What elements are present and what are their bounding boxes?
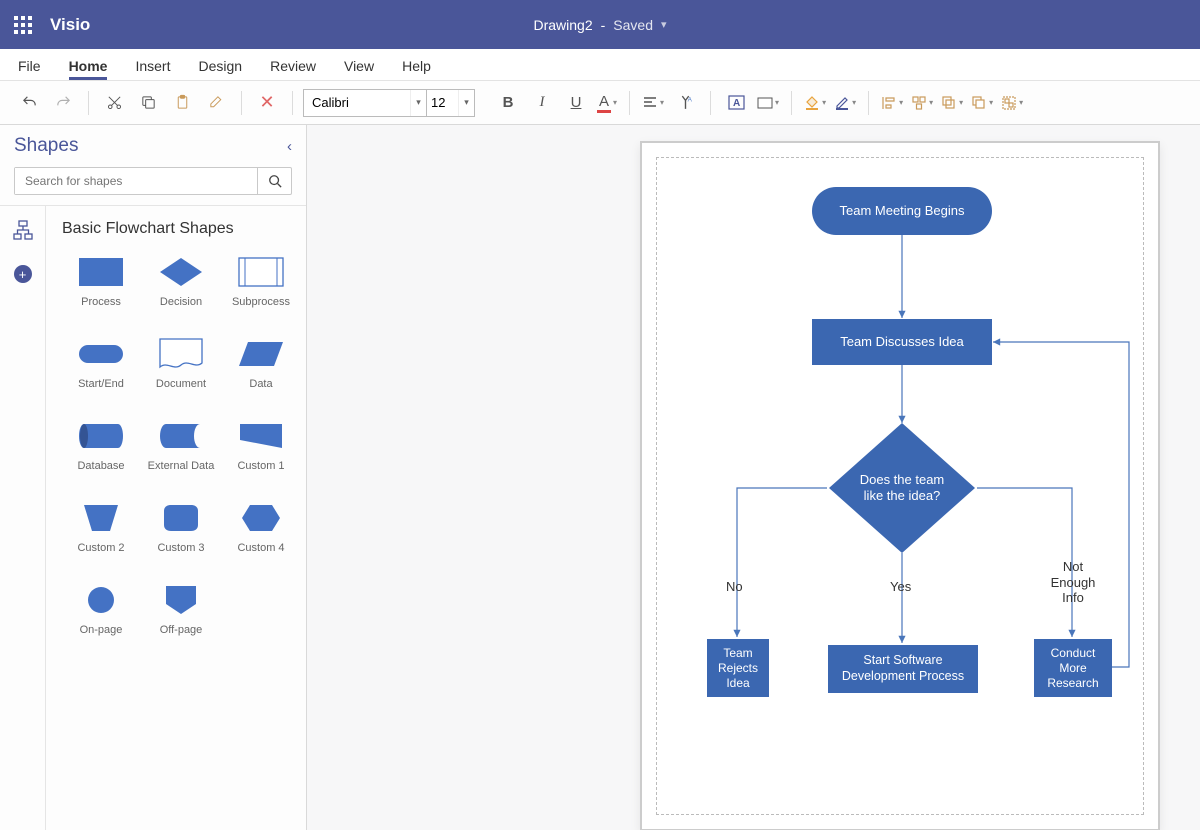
font-size-input[interactable] <box>426 90 458 116</box>
tab-view[interactable]: View <box>344 58 374 80</box>
bold-button[interactable]: B <box>493 88 523 118</box>
bring-front-button[interactable]: ▾ <box>939 95 965 111</box>
drawing-page[interactable]: Team Meeting Begins Team Discusses Idea … <box>640 141 1160 830</box>
shape-search-button[interactable] <box>257 168 291 194</box>
separator <box>88 91 89 115</box>
app-launcher-icon[interactable] <box>14 16 32 34</box>
tab-insert[interactable]: Insert <box>135 58 170 80</box>
shape-onpage[interactable]: On-page <box>62 580 140 656</box>
line-color-button[interactable]: ▾ <box>832 95 858 111</box>
shape-custom4[interactable]: Custom 4 <box>222 498 300 574</box>
position-button[interactable]: ▾ <box>909 95 935 111</box>
separator <box>292 91 293 115</box>
tab-help[interactable]: Help <box>402 58 431 80</box>
shapes-panel-title: Shapes <box>14 135 78 157</box>
separator <box>868 91 869 115</box>
toolbar: ✕ ▾ ▾ B I U A▾ ▾ A A ▾ ▾ ▾ ▾ ▾ ▾ ▾ <box>0 81 1200 125</box>
tab-home[interactable]: Home <box>69 58 108 80</box>
stencil-title: Basic Flowchart Shapes <box>62 220 298 238</box>
node-start[interactable]: Team Meeting Begins <box>812 187 992 235</box>
tab-file[interactable]: File <box>18 58 41 80</box>
tab-review[interactable]: Review <box>270 58 316 80</box>
font-controls: ▾ ▾ <box>303 89 475 117</box>
font-name-dropdown[interactable]: ▾ <box>410 90 426 116</box>
underline-button[interactable]: U <box>561 88 591 118</box>
node-develop[interactable]: Start Software Development Process <box>828 645 978 693</box>
shape-search-input[interactable] <box>15 168 257 194</box>
align-button[interactable]: ▾ <box>640 95 666 111</box>
separator <box>710 91 711 115</box>
stencil-rail: + <box>0 206 46 830</box>
node-reject[interactable]: Team Rejects Idea <box>707 639 769 697</box>
text-box-button[interactable]: A <box>721 88 751 118</box>
stencil-list: Basic Flowchart Shapes Process Decision … <box>46 206 306 830</box>
shape-data[interactable]: Data <box>222 334 300 410</box>
label-notenough: Not Enough Info <box>1046 559 1100 606</box>
document-title-button[interactable]: Drawing2 - Saved ▾ <box>533 17 666 33</box>
shape-search <box>14 167 292 195</box>
paste-button[interactable] <box>167 88 197 118</box>
title-bar: Visio Drawing2 - Saved ▾ <box>0 0 1200 49</box>
shape-startend[interactable]: Start/End <box>62 334 140 410</box>
format-painter-button[interactable] <box>201 88 231 118</box>
shape-subprocess[interactable]: Subprocess <box>222 252 300 328</box>
group-button[interactable]: ▾ <box>999 95 1025 111</box>
separator <box>629 91 630 115</box>
font-name-input[interactable] <box>304 90 410 116</box>
shapes-panel: Shapes ‹ + Basic Flowchart Shapes Pr <box>0 125 307 830</box>
app-name: Visio <box>50 15 90 35</box>
shape-custom1[interactable]: Custom 1 <box>222 416 300 492</box>
separator <box>241 91 242 115</box>
shape-document[interactable]: Document <box>142 334 220 410</box>
document-status-sep: - <box>601 17 606 33</box>
canvas[interactable]: Team Meeting Begins Team Discusses Idea … <box>307 125 1200 830</box>
font-color-button[interactable]: A▾ <box>595 93 619 113</box>
align-objects-button[interactable]: ▾ <box>879 95 905 111</box>
add-stencil-button[interactable]: + <box>14 265 32 283</box>
label-yes: Yes <box>890 579 911 595</box>
node-research[interactable]: Conduct More Research <box>1034 639 1112 697</box>
separator <box>791 91 792 115</box>
vertical-text-button[interactable]: A <box>670 88 700 118</box>
shape-database[interactable]: Database <box>62 416 140 492</box>
redo-button[interactable] <box>48 88 78 118</box>
main-area: Shapes ‹ + Basic Flowchart Shapes Pr <box>0 125 1200 830</box>
fill-color-button[interactable]: ▾ <box>802 95 828 111</box>
node-discuss[interactable]: Team Discusses Idea <box>812 319 992 365</box>
svg-text:A: A <box>687 96 692 103</box>
chevron-down-icon: ▾ <box>661 18 667 31</box>
document-status: Saved <box>613 17 653 33</box>
cut-button[interactable] <box>99 88 129 118</box>
label-no: No <box>726 579 743 595</box>
font-size-dropdown[interactable]: ▾ <box>458 90 474 116</box>
collapse-panel-button[interactable]: ‹ <box>287 138 292 155</box>
shape-process[interactable]: Process <box>62 252 140 328</box>
shape-offpage[interactable]: Off-page <box>142 580 220 656</box>
shape-custom3[interactable]: Custom 3 <box>142 498 220 574</box>
tab-design[interactable]: Design <box>198 58 242 80</box>
fill-shape-button[interactable]: ▾ <box>755 97 781 109</box>
ribbon-tabs: File Home Insert Design Review View Help <box>0 49 1200 81</box>
undo-button[interactable] <box>14 88 44 118</box>
shape-externaldata[interactable]: External Data <box>142 416 220 492</box>
svg-text:A: A <box>733 98 740 109</box>
node-decision[interactable]: Does the team like the idea? <box>827 421 977 555</box>
shape-grid: Process Decision Subprocess Start/End Do… <box>62 252 298 656</box>
stencil-flowchart-icon[interactable] <box>13 220 33 245</box>
italic-button[interactable]: I <box>527 88 557 118</box>
shape-custom2[interactable]: Custom 2 <box>62 498 140 574</box>
document-title: Drawing2 <box>533 17 592 33</box>
shape-decision[interactable]: Decision <box>142 252 220 328</box>
delete-button[interactable]: ✕ <box>252 88 282 118</box>
copy-button[interactable] <box>133 88 163 118</box>
send-back-button[interactable]: ▾ <box>969 95 995 111</box>
